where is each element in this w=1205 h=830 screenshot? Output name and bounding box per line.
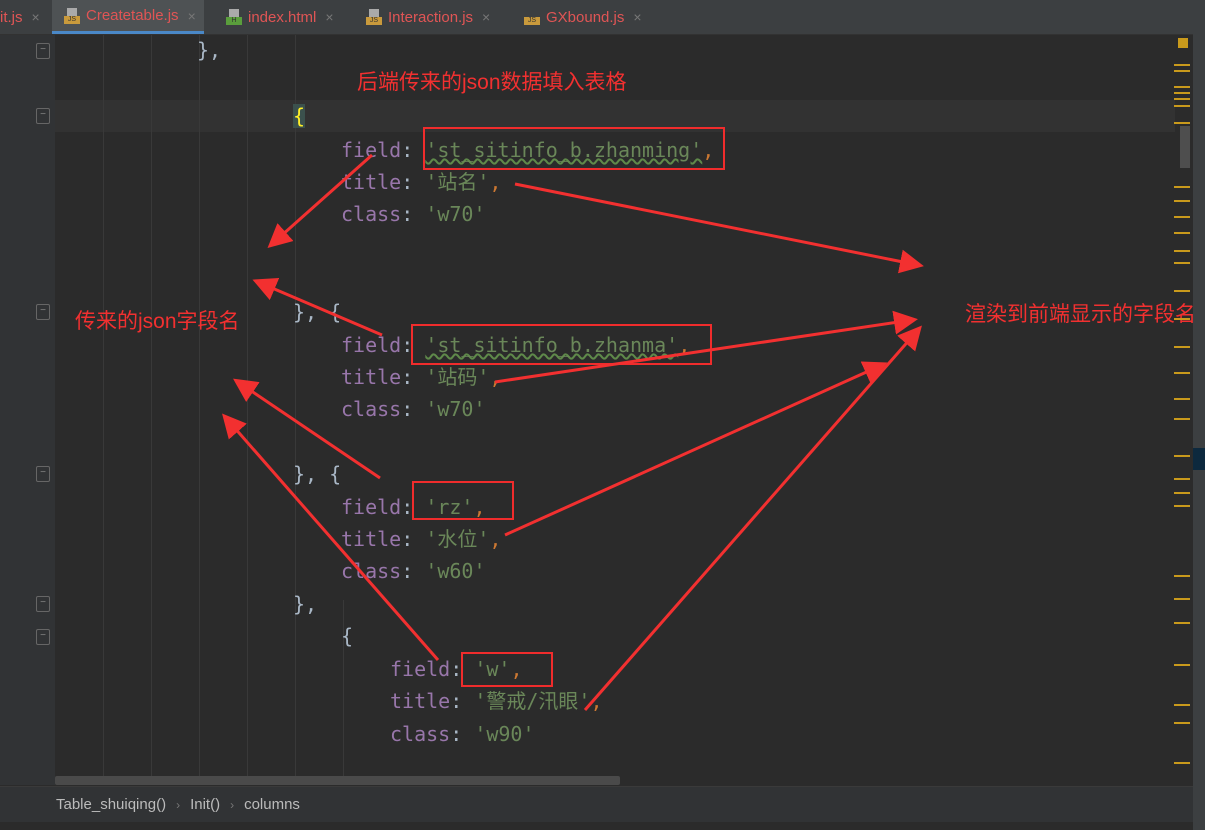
breadcrumb-item[interactable]: Table_shuiqing() — [56, 796, 166, 813]
breadcrumb: Table_shuiqing() › Init() › columns — [0, 786, 1193, 822]
arrow — [583, 325, 922, 711]
chevron-right-icon: › — [230, 797, 235, 812]
breadcrumb-item[interactable]: columns — [244, 796, 300, 813]
arrow — [252, 278, 383, 337]
arrow — [222, 413, 440, 661]
arrow — [504, 361, 888, 537]
right-tool-strip — [1193, 0, 1205, 830]
vertical-scrollbar[interactable] — [1180, 126, 1190, 168]
arrow — [514, 182, 924, 274]
chevron-right-icon: › — [176, 797, 181, 812]
horizontal-scrollbar[interactable] — [55, 776, 620, 785]
breadcrumb-item[interactable]: Init() — [190, 796, 220, 813]
annotation-arrows — [222, 153, 924, 711]
arrow — [494, 310, 918, 384]
arrow — [233, 378, 381, 480]
arrow — [267, 153, 373, 248]
